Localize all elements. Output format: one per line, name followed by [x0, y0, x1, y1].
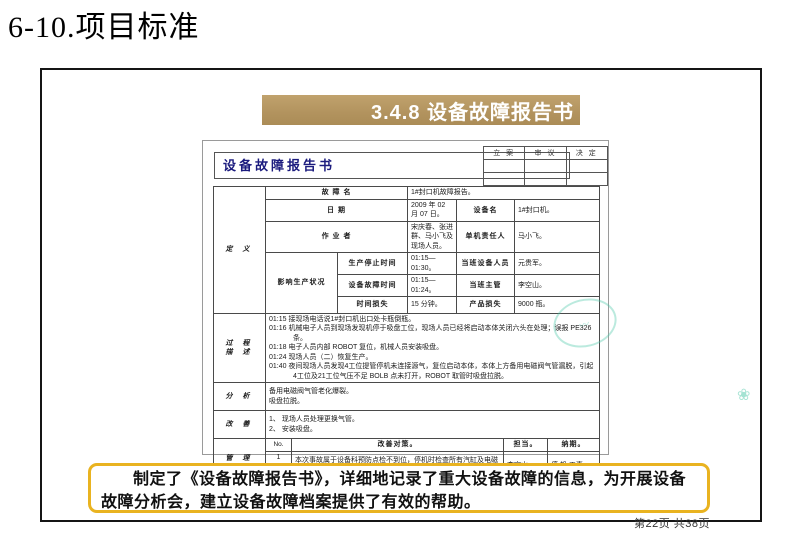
approval-col-3: 决 定	[566, 147, 607, 160]
stop-time-label: 生产停止时间	[338, 253, 408, 275]
table-row: 影响生产状况 生产停止时间 01:15—01:30。 当班设备人员 元贵军。	[214, 253, 600, 275]
improve-line: 2、 安装吸盘。	[269, 425, 596, 434]
process-line: 01:15 接现场电话说1#封口机出口处卡瓶倒瓶。	[269, 315, 596, 324]
failure-time-value: 01:15—01:24。	[408, 275, 457, 297]
watermark-flower-icon: ❀	[737, 385, 750, 405]
date-label: 日 期	[266, 200, 408, 222]
analysis-content: 备用电磁阀气管老化爆裂。 吸盘拉脱。	[266, 383, 600, 411]
section-improve: 改 善	[214, 411, 266, 439]
page-title: 6-10.项目标准	[8, 2, 200, 46]
machine-owner-value: 马小飞。	[515, 221, 600, 252]
section-analysis: 分 析	[214, 383, 266, 411]
process-line: 01:40 夜间现场人员发现4工位提管停机未连接源气，复位启动本体，本体上方备用…	[269, 362, 596, 381]
banner-title: 3.4.8 设备故障报告书	[371, 96, 574, 125]
table-row: 过 程 描 述 01:15 接现场电话说1#封口机出口处卡瓶倒瓶。 01:16 …	[214, 313, 600, 382]
failure-report-table: 定 义 故 障 名 1#封口机故障报告。 日 期 2009 年 02 月 07 …	[213, 186, 600, 480]
approval-cell-empty	[566, 160, 607, 173]
improve-content: 1、 现场人员处理更换气管。 2、 安装吸盘。	[266, 411, 600, 439]
process-line: 01:16 机械电子人员到现场发现机停于吸盘工位，现场人员已经将启动本体关闭六头…	[269, 324, 596, 343]
operators-label: 作 业 者	[266, 221, 408, 252]
approval-col-1: 立 案	[484, 147, 525, 160]
table-row: 日 期 2009 年 02 月 07 日。 设备名 1#封口机。	[214, 200, 600, 222]
table-row: 定 义 故 障 名 1#封口机故障报告。	[214, 187, 600, 200]
stop-time-value: 01:15—01:30。	[408, 253, 457, 275]
approval-cell-empty	[484, 173, 525, 186]
manage-owner-header: 担当。	[504, 439, 548, 452]
duty-staff-label: 当班设备人员	[457, 253, 515, 275]
operators-value: 宋庆春、张进群、马小飞及现场人员。	[408, 221, 457, 252]
table-row	[484, 173, 608, 186]
time-loss-label: 时间损失	[338, 296, 408, 313]
table-row: 立 案 审 议 决 定	[484, 147, 608, 160]
section-process: 过 程 描 述	[214, 313, 266, 382]
duty-staff-value: 元贵军。	[515, 253, 600, 275]
product-loss-label: 产品损失	[457, 296, 515, 313]
approval-cell-empty	[525, 160, 566, 173]
approval-cell-empty	[566, 173, 607, 186]
improve-line: 1、 现场人员处理更换气管。	[269, 415, 596, 424]
section-definition: 定 义	[214, 187, 266, 314]
failure-name-value: 1#封口机故障报告。	[408, 187, 600, 200]
equipment-label: 设备名	[457, 200, 515, 222]
manage-measure-header: 改善对策。	[292, 439, 504, 452]
process-description: 01:15 接现场电话说1#封口机出口处卡瓶倒瓶。 01:16 机械电子人员到现…	[266, 313, 600, 382]
table-row: 分 析 备用电磁阀气管老化爆裂。 吸盘拉脱。	[214, 383, 600, 411]
process-line: 01:18 电子人员内部 ROBOT 复位，机械人员安装吸盘。	[269, 343, 596, 352]
page-number: 第22页 共38页	[634, 515, 710, 531]
process-line: 01:24 现场人员（二）恢复生产。	[269, 353, 596, 362]
section-banner: 3.4.8 设备故障报告书	[262, 95, 580, 125]
summary-text: 制定了《设备故障报告书》，详细地记录了重大设备故障的信息，为开展设备故障分析会，…	[101, 471, 686, 511]
duty-manager-value: 李空山。	[515, 275, 600, 297]
impact-label: 影响生产状况	[266, 253, 338, 314]
failure-time-label: 设备故障时间	[338, 275, 408, 297]
approval-cell-empty	[484, 160, 525, 173]
table-row: No. 改善对策。 担当。 纳期。	[266, 439, 600, 452]
date-value: 2009 年 02 月 07 日。	[408, 200, 457, 222]
approval-table: 立 案 审 议 决 定	[483, 146, 608, 186]
table-row: 改 善 1、 现场人员处理更换气管。 2、 安装吸盘。	[214, 411, 600, 439]
table-row	[484, 160, 608, 173]
duty-manager-label: 当班主管	[457, 275, 515, 297]
manage-due-header: 纳期。	[548, 439, 600, 452]
manage-no-header: No.	[266, 439, 292, 452]
time-loss-value: 15 分钟。	[408, 296, 457, 313]
failure-name-label: 故 障 名	[266, 187, 408, 200]
table-row: 作 业 者 宋庆春、张进群、马小飞及现场人员。 单机责任人 马小飞。	[214, 221, 600, 252]
failure-report-document: 设备故障报告书 立 案 审 议 决 定 定 义 故 障 名 1#封口机故障报告。	[202, 140, 609, 455]
analysis-line: 备用电磁阀气管老化爆裂。	[269, 387, 596, 396]
equipment-value: 1#封口机。	[515, 200, 600, 222]
summary-callout: 制定了《设备故障报告书》，详细地记录了重大设备故障的信息，为开展设备故障分析会，…	[88, 463, 710, 513]
approval-cell-empty	[525, 173, 566, 186]
analysis-line: 吸盘拉脱。	[269, 397, 596, 406]
machine-owner-label: 单机责任人	[457, 221, 515, 252]
approval-col-2: 审 议	[525, 147, 566, 160]
